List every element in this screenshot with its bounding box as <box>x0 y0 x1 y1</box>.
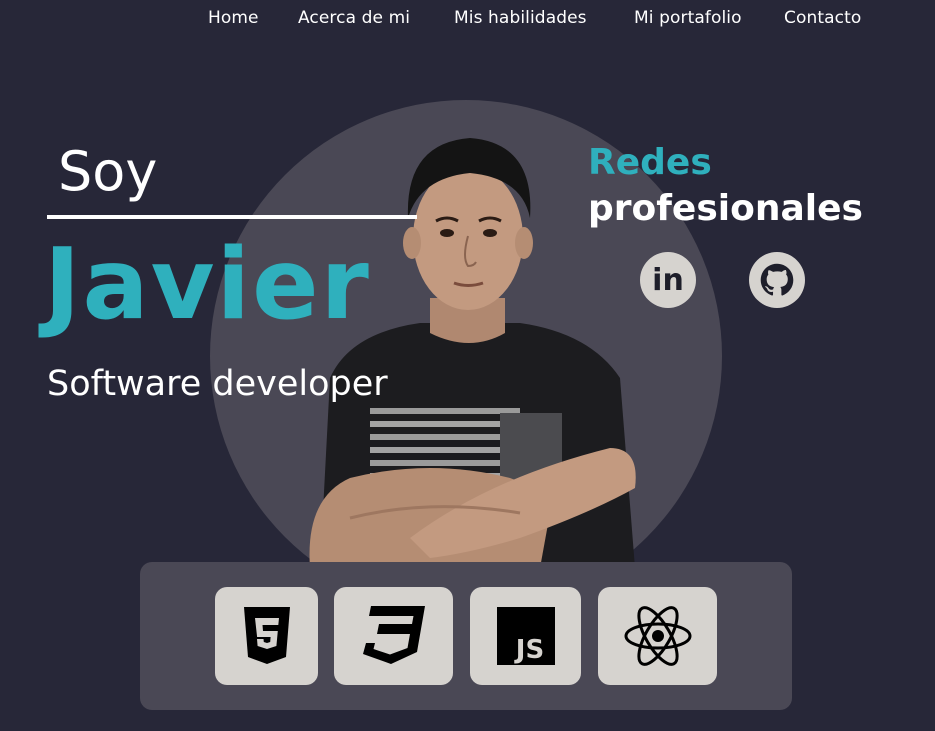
html5-icon <box>243 607 290 664</box>
github-icon <box>760 263 794 296</box>
name-heading: Javier <box>44 228 371 342</box>
page: Home Acerca de mi Mis habilidades Mi por… <box>0 0 935 731</box>
react-icon <box>624 606 691 666</box>
social-title-accent: Redes <box>588 142 712 183</box>
nav-about-link[interactable]: Acerca de mi <box>298 8 410 28</box>
css3-icon <box>362 606 425 664</box>
nav-home-link[interactable]: Home <box>208 8 259 28</box>
skill-tile-css <box>334 587 453 685</box>
linkedin-icon: in <box>652 262 684 298</box>
javascript-glyph: JS <box>513 635 543 665</box>
nav-skills-link[interactable]: Mis habilidades <box>454 8 587 28</box>
role-subtitle: Software developer <box>47 364 388 404</box>
skill-tile-html <box>215 587 318 685</box>
github-button[interactable] <box>749 252 805 308</box>
profile-photo <box>309 138 636 568</box>
skill-tile-react <box>598 587 717 685</box>
javascript-icon: JS <box>496 607 555 665</box>
nav-contact-link[interactable]: Contacto <box>784 8 861 28</box>
skill-tile-js: JS <box>470 587 581 685</box>
linkedin-button[interactable]: in <box>640 252 696 308</box>
nav-portfolio-link[interactable]: Mi portafolio <box>634 8 742 28</box>
greeting-underline <box>47 215 417 219</box>
greeting-text: Soy <box>58 140 158 203</box>
top-nav: Home Acerca de mi Mis habilidades Mi por… <box>0 6 935 34</box>
social-title-main: profesionales <box>588 188 863 229</box>
